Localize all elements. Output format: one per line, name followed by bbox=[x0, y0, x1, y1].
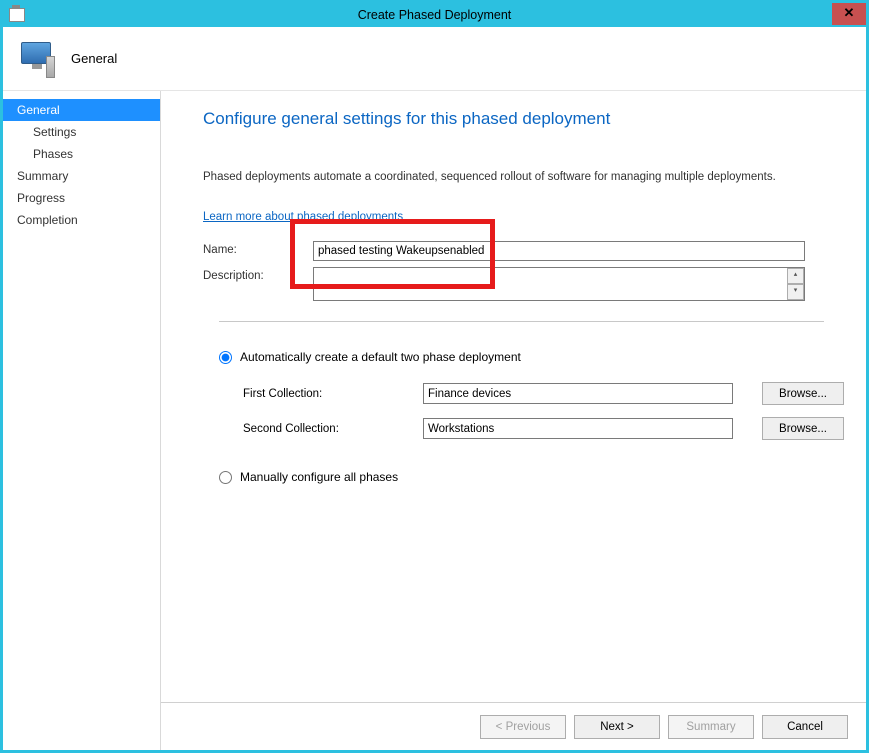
radio-auto-row: Automatically create a default two phase… bbox=[203, 350, 844, 364]
nav-phases[interactable]: Phases bbox=[3, 143, 160, 165]
computer-icon bbox=[15, 38, 57, 80]
header-section-label: General bbox=[71, 51, 117, 66]
summary-button: Summary bbox=[668, 715, 754, 739]
radio-manual-row: Manually configure all phases bbox=[203, 470, 844, 484]
nav-summary[interactable]: Summary bbox=[3, 165, 160, 187]
name-input[interactable] bbox=[313, 241, 805, 261]
second-collection-browse-button[interactable]: Browse... bbox=[762, 417, 844, 440]
header-band: General bbox=[3, 27, 866, 91]
first-collection-label: First Collection: bbox=[243, 388, 423, 400]
first-collection-browse-button[interactable]: Browse... bbox=[762, 382, 844, 405]
page-title: Configure general settings for this phas… bbox=[203, 109, 844, 129]
description-row: Description: ▴ ▾ bbox=[203, 267, 844, 301]
intro-text: Phased deployments automate a coordinate… bbox=[203, 171, 844, 183]
description-label: Description: bbox=[203, 267, 313, 282]
desc-scroll-down[interactable]: ▾ bbox=[787, 284, 804, 300]
app-icon bbox=[9, 8, 25, 22]
divider bbox=[219, 321, 824, 322]
radio-auto[interactable] bbox=[219, 351, 232, 364]
nav-completion[interactable]: Completion bbox=[3, 209, 160, 231]
titlebar: Create Phased Deployment ✕ bbox=[3, 3, 866, 27]
first-collection-row: First Collection: Browse... bbox=[203, 382, 844, 405]
window-title: Create Phased Deployment bbox=[358, 8, 512, 22]
name-row: Name: bbox=[203, 241, 844, 261]
nav-general[interactable]: General bbox=[3, 99, 160, 121]
nav-progress[interactable]: Progress bbox=[3, 187, 160, 209]
cancel-button[interactable]: Cancel bbox=[762, 715, 848, 739]
description-input[interactable] bbox=[313, 267, 805, 301]
name-label: Name: bbox=[203, 241, 313, 256]
radio-manual[interactable] bbox=[219, 471, 232, 484]
close-button[interactable]: ✕ bbox=[832, 3, 866, 25]
main-panel: Configure general settings for this phas… bbox=[161, 91, 866, 750]
second-collection-input[interactable] bbox=[423, 418, 733, 439]
next-button[interactable]: Next > bbox=[574, 715, 660, 739]
nav-settings[interactable]: Settings bbox=[3, 121, 160, 143]
wizard-nav: General Settings Phases Summary Progress… bbox=[3, 91, 161, 750]
previous-button: < Previous bbox=[480, 715, 566, 739]
radio-manual-label: Manually configure all phases bbox=[240, 470, 398, 484]
first-collection-input[interactable] bbox=[423, 383, 733, 404]
radio-auto-label: Automatically create a default two phase… bbox=[240, 350, 521, 364]
second-collection-row: Second Collection: Browse... bbox=[203, 417, 844, 440]
second-collection-label: Second Collection: bbox=[243, 423, 423, 435]
wizard-button-bar: < Previous Next > Summary Cancel bbox=[161, 702, 866, 750]
desc-scroll-up[interactable]: ▴ bbox=[787, 268, 804, 284]
learn-more-link[interactable]: Learn more about phased deployments bbox=[203, 211, 844, 223]
body-area: General Settings Phases Summary Progress… bbox=[3, 91, 866, 750]
